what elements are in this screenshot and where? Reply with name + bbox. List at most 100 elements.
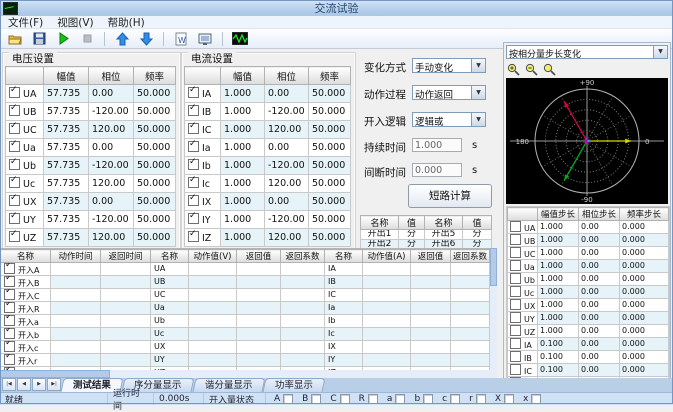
value-cell[interactable]: 0.00 [578, 285, 620, 299]
value-cell[interactable]: 1.000 [220, 174, 265, 193]
row-checkbox[interactable] [510, 247, 521, 258]
value-cell[interactable] [280, 288, 325, 302]
column-header[interactable]: 名称 [324, 249, 363, 263]
row-checkbox[interactable] [510, 234, 521, 245]
value-cell[interactable]: 0.00 [578, 233, 620, 247]
value-cell[interactable]: 57.735 [43, 102, 89, 121]
value-cell[interactable] [362, 340, 411, 354]
value-cell[interactable]: 1.000 [220, 192, 265, 211]
stop-icon[interactable] [78, 31, 96, 47]
value-cell[interactable] [236, 301, 281, 315]
value-cell[interactable]: 0.000 [619, 298, 669, 312]
title-bar[interactable]: 交流试验 [0, 0, 673, 17]
menu-view[interactable]: 视图(V) [57, 15, 93, 30]
move-up-icon[interactable] [113, 31, 131, 47]
results-hscrollbar[interactable] [0, 370, 497, 378]
value-cell[interactable] [100, 301, 151, 315]
row-checkbox[interactable] [9, 230, 20, 242]
value-cell[interactable]: 50.000 [308, 174, 351, 193]
row-checkbox[interactable] [188, 230, 199, 242]
value-cell[interactable] [450, 275, 490, 289]
column-header[interactable]: 相位 [88, 66, 134, 85]
value-cell[interactable]: 0.00 [578, 246, 620, 260]
value-cell[interactable]: 分 [462, 229, 492, 240]
short-circuit-calc-button[interactable]: 短路计算 [408, 184, 492, 208]
waveform-icon[interactable] [231, 31, 249, 47]
value-cell[interactable] [50, 301, 101, 315]
row-checkbox[interactable] [4, 263, 15, 274]
value-cell[interactable]: 57.735 [43, 228, 89, 247]
value-cell[interactable] [280, 275, 325, 289]
value-cell[interactable]: 0.00 [264, 84, 309, 103]
value-cell[interactable]: Uc [150, 327, 189, 341]
value-cell[interactable]: 开出5 [424, 229, 463, 240]
row-checkbox[interactable] [9, 104, 20, 116]
value-cell[interactable] [50, 314, 101, 328]
value-cell[interactable]: 0.000 [619, 324, 669, 338]
column-header[interactable]: 名称 [0, 249, 51, 263]
value-cell[interactable]: 50.000 [133, 156, 176, 175]
value-cell[interactable] [188, 288, 237, 302]
column-header[interactable]: 返回系数 [280, 249, 325, 263]
value-cell[interactable] [450, 262, 490, 276]
value-cell[interactable] [280, 340, 325, 354]
value-cell[interactable] [50, 353, 101, 367]
row-checkbox[interactable] [4, 276, 15, 287]
value-cell[interactable] [100, 340, 151, 354]
value-cell[interactable]: -120.00 [264, 156, 309, 175]
value-cell[interactable]: 1.000 [220, 102, 265, 121]
value-cell[interactable] [280, 262, 325, 276]
value-cell[interactable]: 50.000 [133, 210, 176, 229]
value-cell[interactable]: IC [324, 288, 363, 302]
value-cell[interactable]: 120.00 [88, 120, 134, 139]
row-checkbox[interactable] [510, 286, 521, 297]
value-cell[interactable]: 0.000 [619, 233, 669, 247]
value-cell[interactable] [50, 275, 101, 289]
save-icon[interactable] [30, 31, 48, 47]
row-checkbox[interactable] [9, 86, 20, 98]
value-cell[interactable]: 1.000 [537, 285, 579, 299]
column-header[interactable]: 幅值 [43, 66, 89, 85]
value-cell[interactable] [410, 275, 451, 289]
value-cell[interactable] [236, 353, 281, 367]
value-cell[interactable] [100, 275, 151, 289]
value-cell[interactable]: 1.000 [537, 259, 579, 273]
row-checkbox[interactable] [188, 104, 199, 116]
row-checkbox[interactable] [510, 221, 521, 232]
value-cell[interactable]: -120.00 [264, 102, 309, 121]
tab-nav-prev-icon[interactable]: ◀ [17, 378, 31, 391]
value-cell[interactable] [50, 327, 101, 341]
value-cell[interactable] [236, 314, 281, 328]
column-header[interactable]: 幅值 [220, 66, 265, 85]
row-checkbox[interactable] [188, 212, 199, 224]
value-cell[interactable]: UX [150, 340, 189, 354]
value-cell[interactable] [450, 340, 490, 354]
value-cell[interactable]: IA [324, 262, 363, 276]
value-cell[interactable] [450, 327, 490, 341]
column-header[interactable]: 动作值(A) [362, 249, 411, 263]
step-mode-select[interactable]: 按相分量步长变化 ▼ [506, 45, 668, 59]
column-header[interactable]: 返回时间 [100, 249, 151, 263]
column-header[interactable]: 返回值 [236, 249, 281, 263]
start-icon[interactable] [54, 31, 72, 47]
row-checkbox[interactable] [9, 122, 20, 134]
value-cell[interactable]: 0.00 [88, 192, 134, 211]
value-cell[interactable]: 50.000 [133, 174, 176, 193]
interval-input[interactable] [412, 163, 462, 177]
tab-nav-first-icon[interactable]: |◀ [2, 378, 16, 391]
row-checkbox[interactable] [4, 328, 15, 339]
row-checkbox[interactable] [9, 158, 20, 170]
value-cell[interactable] [188, 327, 237, 341]
value-cell[interactable]: 50.000 [133, 102, 176, 121]
value-cell[interactable]: UY [150, 353, 189, 367]
value-cell[interactable] [50, 262, 101, 276]
value-cell[interactable]: 57.735 [43, 210, 89, 229]
value-cell[interactable]: 0.00 [578, 324, 620, 338]
value-cell[interactable]: 0.00 [264, 192, 309, 211]
value-cell[interactable] [450, 288, 490, 302]
column-header[interactable]: 频率 [133, 66, 176, 85]
value-cell[interactable]: 50.000 [308, 192, 351, 211]
value-cell[interactable]: 0.00 [578, 350, 620, 364]
row-checkbox[interactable] [510, 299, 521, 310]
value-cell[interactable]: 120.00 [88, 174, 134, 193]
